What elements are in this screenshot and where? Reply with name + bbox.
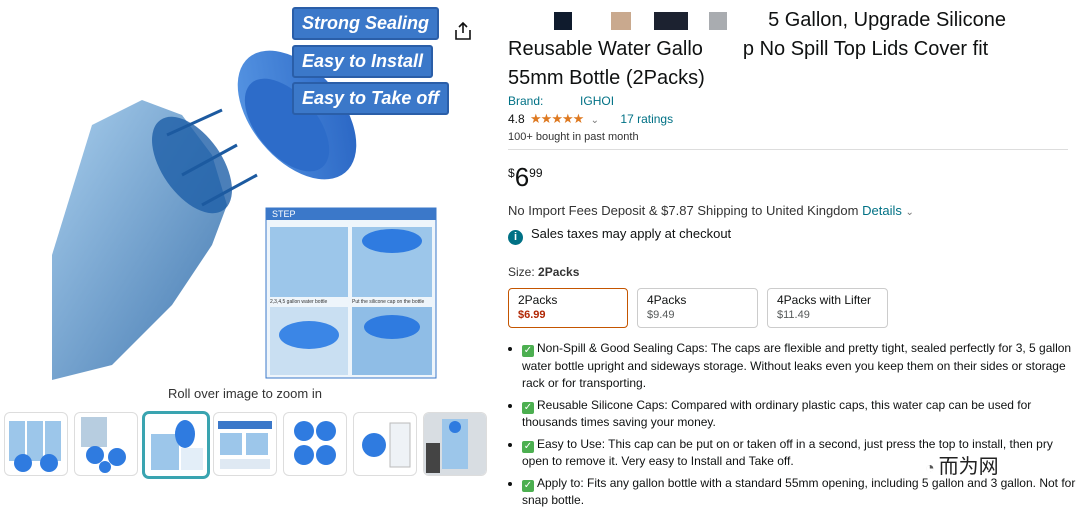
- zoom-hint: Roll over image to zoom in: [168, 386, 322, 401]
- chevron-down-icon[interactable]: ⌄: [905, 207, 913, 218]
- divider: [508, 149, 1068, 150]
- step-caption-1: 2,3,4,5 gallon water bottle: [270, 299, 327, 305]
- redacted-block: [508, 12, 548, 30]
- check-icon: ✓: [522, 345, 534, 357]
- size-label: Size: 2Packs: [508, 265, 580, 279]
- shipping-details-link[interactable]: Details: [862, 203, 902, 218]
- wechat-icon: ◔: [925, 460, 935, 477]
- feature-bullet: ✓Apply to: Fits any gallon bottle with a…: [522, 475, 1080, 510]
- size-option-2packs[interactable]: 2Packs $6.99: [508, 288, 628, 328]
- size-selected-value: 2Packs: [538, 265, 580, 279]
- check-icon: ✓: [522, 479, 534, 492]
- step-title: STEP: [272, 209, 296, 219]
- ratings-count-link[interactable]: 17 ratings: [620, 112, 673, 126]
- thumbnail-3[interactable]: [143, 412, 209, 478]
- thumbnail-5[interactable]: [283, 412, 347, 476]
- size-option-4packs[interactable]: 4Packs $9.49: [637, 288, 758, 328]
- label-strong-sealing: Strong Sealing: [292, 7, 440, 40]
- label-easy-take-off: Easy to Take off: [292, 82, 450, 115]
- thumbnail-4[interactable]: [213, 412, 277, 476]
- redacted-block: [553, 11, 572, 30]
- feature-bullet: ✓Reusable Silicone Caps: Compared with o…: [522, 397, 1080, 432]
- redacted-block: [610, 11, 631, 30]
- info-icon: i: [508, 230, 523, 245]
- price-symbol: $: [508, 166, 515, 180]
- brand-link[interactable]: Brand: IGHOI: [508, 94, 614, 108]
- tax-text: Sales taxes may apply at checkout: [531, 226, 732, 241]
- thumbnail-7[interactable]: [423, 412, 487, 476]
- title-line-3: 55mm Bottle (2Packs): [508, 67, 705, 89]
- title-line-1: 5 Gallon, Upgrade Silicone: [768, 9, 1006, 31]
- bought-info: 100+ bought in past month: [508, 131, 639, 143]
- shipping-info: No Import Fees Deposit & $7.87 Shipping …: [508, 203, 914, 218]
- product-title: 5 Gallon, Upgrade Silicone Reusable Wate…: [508, 6, 1048, 93]
- redacted-block: [708, 11, 727, 30]
- chevron-down-icon[interactable]: ⌄: [591, 115, 599, 126]
- brand-label: Brand:: [508, 94, 544, 108]
- price-whole: 6: [514, 162, 530, 192]
- size-option-4packs-lifter[interactable]: 4Packs with Lifter $11.49: [767, 288, 888, 328]
- thumbnail-6[interactable]: [353, 412, 417, 476]
- brand-value[interactable]: IGHOI: [580, 94, 614, 108]
- title-line-2b: p No Spill Top Lids Cover fit: [742, 38, 989, 60]
- main-product-image[interactable]: STEP 2,3,4,5 gallon water bottle Put the…: [52, 5, 450, 380]
- share-icon[interactable]: [452, 20, 474, 42]
- check-icon: ✓: [522, 401, 534, 414]
- check-icon: ✓: [522, 440, 534, 453]
- thumbnail-2[interactable]: [74, 412, 138, 476]
- step-caption-2: Put the silicone cap on the bottle: [352, 299, 424, 305]
- price: $699: [508, 162, 543, 193]
- shipping-text: No Import Fees Deposit & $7.87 Shipping …: [508, 203, 859, 218]
- feature-bullet: ✓Non-Spill & Good Sealing Caps: The caps…: [522, 340, 1080, 393]
- redacted-block: [653, 11, 688, 30]
- watermark: ◔ 而为网: [925, 456, 999, 478]
- price-fraction: 99: [529, 166, 543, 180]
- star-rating-icon[interactable]: ★★★★★: [530, 111, 584, 126]
- rating-value: 4.8: [508, 112, 525, 126]
- thumbnail-1[interactable]: [4, 412, 68, 476]
- feature-bullets: ✓Non-Spill & Good Sealing Caps: The caps…: [508, 340, 1080, 514]
- rating-row: 4.8 ★★★★★ ⌄ 17 ratings: [508, 111, 673, 127]
- title-line-2a: Reusable Water Gallo: [508, 38, 703, 60]
- label-easy-install: Easy to Install: [292, 45, 434, 78]
- tax-info: i Sales taxes may apply at checkout: [508, 226, 731, 245]
